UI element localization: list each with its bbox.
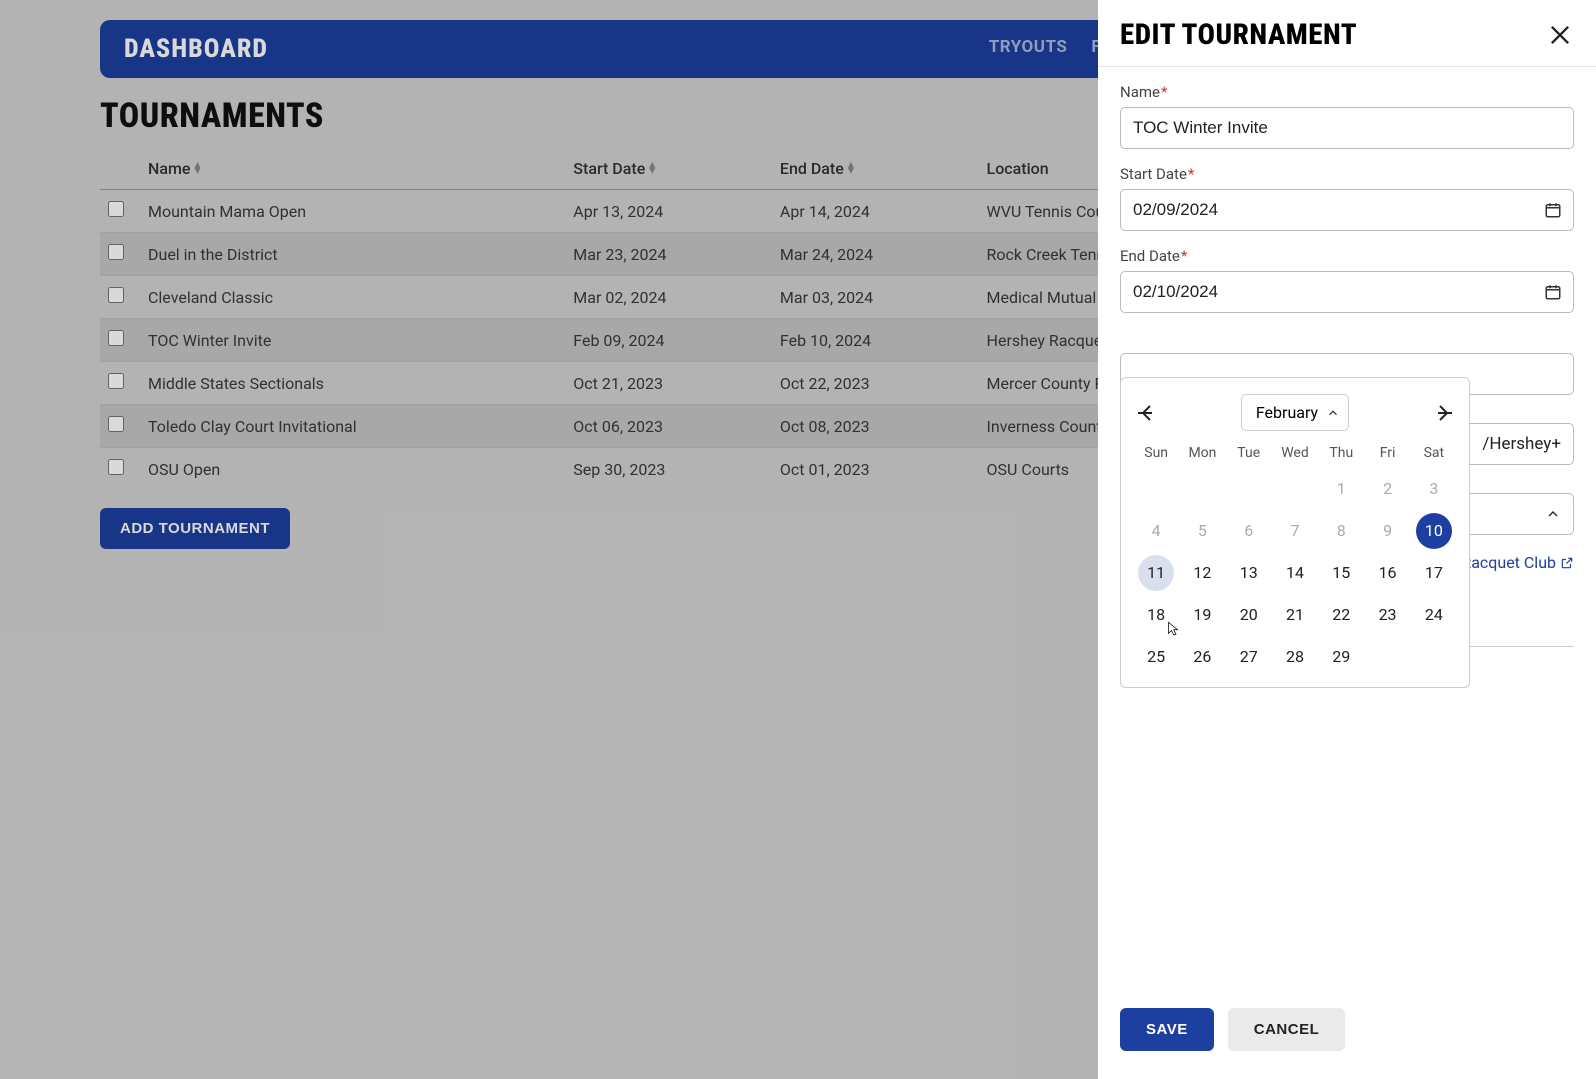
close-icon — [1546, 21, 1574, 49]
cal-day-9[interactable]: 9 — [1370, 513, 1406, 549]
cal-dow: Sat — [1411, 441, 1457, 465]
cal-day-26[interactable]: 26 — [1184, 639, 1220, 675]
cal-dow: Thu — [1318, 441, 1364, 465]
cancel-button[interactable]: CANCEL — [1228, 1008, 1346, 1051]
month-select[interactable]: February — [1241, 394, 1349, 431]
cal-day-28[interactable]: 28 — [1277, 639, 1313, 675]
prev-month-button[interactable] — [1135, 401, 1159, 425]
end-date-label: End Date* — [1120, 247, 1574, 265]
cal-day-23[interactable]: 23 — [1370, 597, 1406, 633]
chevron-up-icon — [1545, 506, 1561, 522]
cal-day-7[interactable]: 7 — [1277, 513, 1313, 549]
calendar-icon[interactable] — [1544, 283, 1562, 301]
cal-day-16[interactable]: 16 — [1370, 555, 1406, 591]
cal-day-15[interactable]: 15 — [1323, 555, 1359, 591]
panel-title: EDIT TOURNAMENT — [1120, 18, 1357, 52]
cal-day-1[interactable]: 1 — [1323, 471, 1359, 507]
arrow-left-icon — [1135, 401, 1159, 425]
chevron-up-icon — [1326, 406, 1340, 420]
name-label: Name* — [1120, 83, 1574, 101]
calendar-icon[interactable] — [1544, 201, 1562, 219]
cal-day-10[interactable]: 10 — [1416, 513, 1452, 549]
close-button[interactable] — [1546, 21, 1574, 49]
cal-day-2[interactable]: 2 — [1370, 471, 1406, 507]
external-link-icon — [1560, 556, 1574, 570]
cal-day-19[interactable]: 19 — [1184, 597, 1220, 633]
cal-dow: Sun — [1133, 441, 1179, 465]
arrow-right-icon — [1431, 401, 1455, 425]
cal-dow: Tue — [1226, 441, 1272, 465]
next-month-button[interactable] — [1431, 401, 1455, 425]
cal-day-11[interactable]: 11 — [1138, 555, 1174, 591]
start-date-label: Start Date* — [1120, 165, 1574, 183]
cal-day-12[interactable]: 12 — [1184, 555, 1220, 591]
cal-day-14[interactable]: 14 — [1277, 555, 1313, 591]
cal-day-21[interactable]: 21 — [1277, 597, 1313, 633]
cal-day-8[interactable]: 8 — [1323, 513, 1359, 549]
cal-day-6[interactable]: 6 — [1231, 513, 1267, 549]
cal-day-27[interactable]: 27 — [1231, 639, 1267, 675]
edit-panel: EDIT TOURNAMENT Name* Start Date* End Da… — [1098, 0, 1596, 1079]
name-input[interactable] — [1120, 107, 1574, 149]
month-label: February — [1256, 403, 1318, 422]
location-input-text: /Hershey+ — [1482, 434, 1561, 454]
save-button[interactable]: SAVE — [1120, 1008, 1214, 1051]
cal-day-13[interactable]: 13 — [1231, 555, 1267, 591]
cal-day-22[interactable]: 22 — [1323, 597, 1359, 633]
cal-day-29[interactable]: 29 — [1323, 639, 1359, 675]
cal-day-24[interactable]: 24 — [1416, 597, 1452, 633]
cal-day-18[interactable]: 18 — [1138, 597, 1174, 633]
cal-dow: Wed — [1272, 441, 1318, 465]
end-date-input[interactable] — [1120, 271, 1574, 313]
cal-day-3[interactable]: 3 — [1416, 471, 1452, 507]
cal-day-17[interactable]: 17 — [1416, 555, 1452, 591]
cal-day-20[interactable]: 20 — [1231, 597, 1267, 633]
date-picker: February SunMonTueWedThuFriSat1234567891… — [1120, 377, 1470, 688]
start-date-input[interactable] — [1120, 189, 1574, 231]
cal-day-5[interactable]: 5 — [1184, 513, 1220, 549]
cal-dow: Fri — [1364, 441, 1410, 465]
cal-day-4[interactable]: 4 — [1138, 513, 1174, 549]
cal-day-25[interactable]: 25 — [1138, 639, 1174, 675]
cal-dow: Mon — [1179, 441, 1225, 465]
